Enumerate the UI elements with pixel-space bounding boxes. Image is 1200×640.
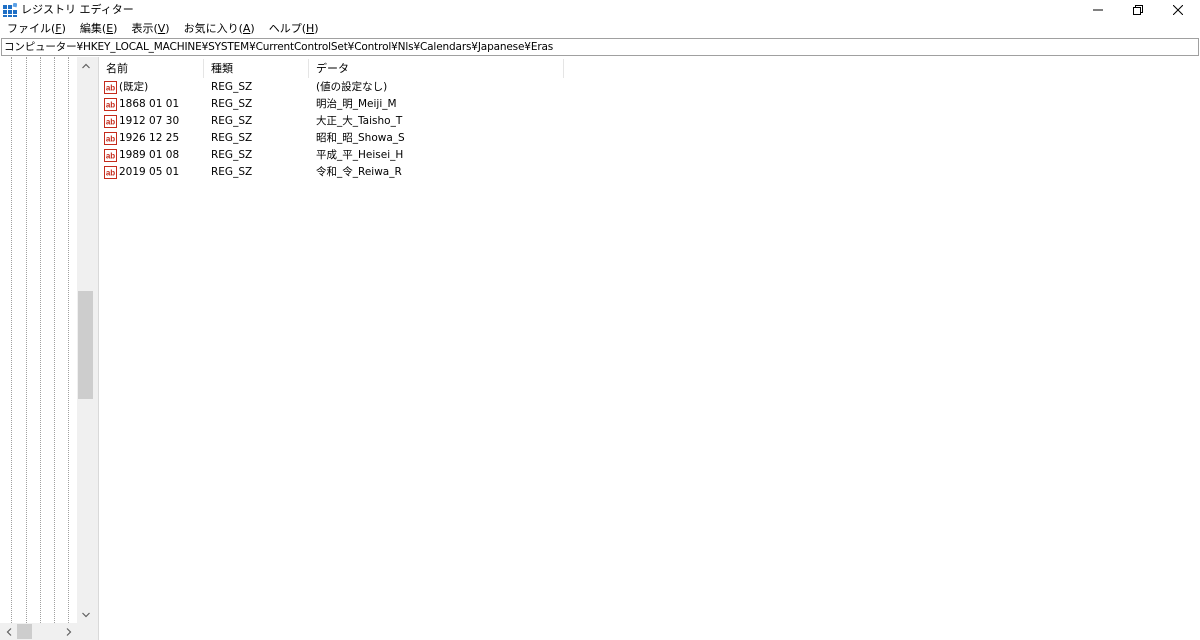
- value-data: 明治_明_Meiji_M: [316, 98, 397, 110]
- menu-bar: ファイル(F) 編集(E) 表示(V) お気に入り(A) ヘルプ(H): [0, 20, 1200, 38]
- reg-sz-string-icon: ab: [104, 149, 117, 162]
- svg-text:ab: ab: [106, 84, 115, 93]
- tree-guide-line: [11, 57, 12, 623]
- tree-guide-line: [26, 57, 27, 623]
- menu-favorites-label: お気に入り(: [183, 22, 243, 35]
- list-item[interactable]: ab (既定) REG_SZ (値の設定なし): [99, 79, 699, 96]
- chevron-left-icon: [6, 627, 11, 636]
- value-type: REG_SZ: [211, 132, 253, 144]
- list-item[interactable]: ab 1912 07 30 REG_SZ 大正_大_Taisho_T: [99, 113, 699, 130]
- value-data: 平成_平_Heisei_H: [316, 149, 404, 161]
- value-name: 1989 01 08: [119, 149, 180, 161]
- menu-help-label: ヘルプ(: [268, 22, 307, 35]
- value-name: 2019 05 01: [119, 166, 180, 178]
- value-data: 令和_令_Reiwa_R: [316, 166, 402, 178]
- menu-edit-suffix: ): [113, 22, 118, 35]
- value-type: REG_SZ: [211, 115, 253, 127]
- menu-view-label: 表示(: [131, 22, 158, 35]
- close-button[interactable]: [1156, 0, 1200, 20]
- tree-guide-line: [40, 57, 41, 623]
- window-title: レジストリ エディター: [21, 3, 134, 16]
- chevron-down-icon: [81, 612, 90, 617]
- list-header: 名前 種類 データ: [99, 59, 1200, 78]
- list-item[interactable]: ab 1868 01 01 REG_SZ 明治_明_Meiji_M: [99, 96, 699, 113]
- menu-file[interactable]: ファイル(F): [3, 21, 70, 37]
- address-bar[interactable]: コンピューター¥HKEY_LOCAL_MACHINE¥SYSTEM¥Curren…: [1, 38, 1199, 56]
- value-name: (既定): [119, 81, 149, 93]
- menu-view[interactable]: 表示(V): [127, 21, 173, 37]
- registry-editor-icon: [3, 3, 17, 17]
- scroll-thumb[interactable]: [78, 291, 93, 399]
- value-type: REG_SZ: [211, 166, 253, 178]
- tree-horizontal-scrollbar[interactable]: [0, 623, 77, 640]
- value-name: 1912 07 30: [119, 115, 180, 127]
- menu-file-suffix: ): [61, 22, 66, 35]
- restore-icon: [1133, 5, 1143, 15]
- svg-text:ab: ab: [106, 101, 115, 110]
- values-list-pane[interactable]: 名前 種類 データ ab (既定) REG_SZ (値の設定なし) ab 186…: [98, 57, 1200, 640]
- scroll-right-button[interactable]: [60, 623, 77, 640]
- scroll-thumb[interactable]: [17, 624, 32, 639]
- address-path: コンピューター¥HKEY_LOCAL_MACHINE¥SYSTEM¥Curren…: [4, 41, 554, 53]
- menu-edit[interactable]: 編集(E): [76, 21, 122, 37]
- reg-sz-string-icon: ab: [104, 98, 117, 111]
- svg-text:ab: ab: [106, 118, 115, 127]
- minimize-icon: [1093, 9, 1103, 11]
- column-header-name[interactable]: 名前: [99, 59, 204, 78]
- menu-help[interactable]: ヘルプ(H): [265, 21, 323, 37]
- menu-favorites[interactable]: お気に入り(A): [180, 21, 259, 37]
- menu-edit-label: 編集(: [79, 22, 107, 35]
- reg-sz-string-icon: ab: [104, 166, 117, 179]
- chevron-right-icon: [66, 627, 71, 636]
- value-data: (値の設定なし): [316, 81, 388, 93]
- value-data: 昭和_昭_Showa_S: [316, 132, 405, 144]
- reg-sz-string-icon: ab: [104, 81, 117, 94]
- list-item[interactable]: ab 1926 12 25 REG_SZ 昭和_昭_Showa_S: [99, 130, 699, 147]
- column-header-type[interactable]: 種類: [204, 59, 309, 78]
- list-item[interactable]: ab 2019 05 01 REG_SZ 令和_令_Reiwa_R: [99, 164, 699, 181]
- scroll-down-button[interactable]: [77, 606, 94, 623]
- key-tree-pane[interactable]: [0, 57, 94, 640]
- menu-file-label: ファイル(: [7, 22, 56, 35]
- menu-view-suffix: ): [165, 22, 170, 35]
- value-name: 1868 01 01: [119, 98, 180, 110]
- tree-guide-line: [68, 57, 69, 623]
- restore-button[interactable]: [1116, 0, 1160, 20]
- tree-guide-line: [54, 57, 55, 623]
- menu-favorites-suffix: ): [250, 22, 255, 35]
- reg-sz-string-icon: ab: [104, 132, 117, 145]
- value-name: 1926 12 25: [119, 132, 180, 144]
- scroll-up-button[interactable]: [77, 57, 94, 74]
- value-type: REG_SZ: [211, 149, 253, 161]
- svg-text:ab: ab: [106, 135, 115, 144]
- close-icon: [1173, 5, 1183, 15]
- value-data: 大正_大_Taisho_T: [316, 115, 403, 127]
- reg-sz-string-icon: ab: [104, 115, 117, 128]
- tree-vertical-scrollbar[interactable]: [77, 57, 94, 623]
- value-type: REG_SZ: [211, 98, 253, 110]
- svg-text:ab: ab: [106, 152, 115, 161]
- list-item[interactable]: ab 1989 01 08 REG_SZ 平成_平_Heisei_H: [99, 147, 699, 164]
- menu-help-suffix: ): [314, 22, 319, 35]
- title-bar: レジストリ エディター: [0, 0, 1200, 20]
- value-type: REG_SZ: [211, 81, 253, 93]
- scroll-left-button[interactable]: [0, 623, 17, 640]
- column-header-data[interactable]: データ: [309, 59, 564, 78]
- chevron-up-icon: [81, 63, 90, 68]
- svg-text:ab: ab: [106, 169, 115, 178]
- scroll-corner: [77, 623, 94, 640]
- minimize-button[interactable]: [1076, 0, 1120, 20]
